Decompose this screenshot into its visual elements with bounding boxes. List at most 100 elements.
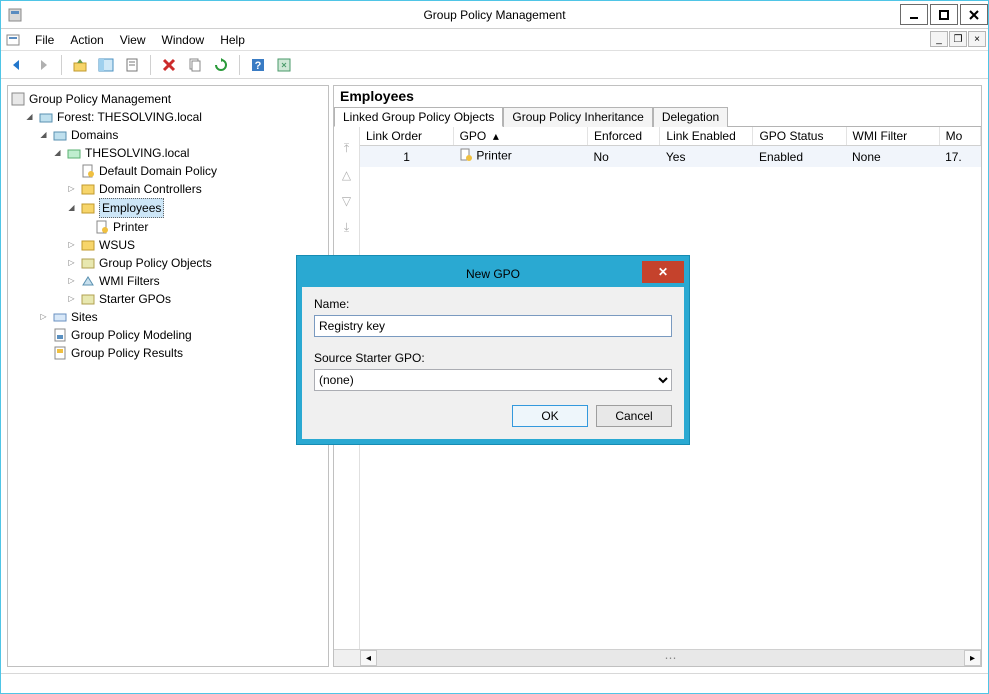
cell-enabled: Yes	[660, 146, 753, 168]
scroll-left-button[interactable]: ◂	[360, 650, 377, 666]
menu-help[interactable]: Help	[212, 31, 253, 49]
col-wmi-filter[interactable]: WMI Filter	[846, 127, 939, 146]
column-headers[interactable]: Link Order GPO ▴ Enforced Link Enabled G…	[360, 127, 981, 146]
starter-gpo-select[interactable]: (none)	[314, 369, 672, 391]
col-gpo[interactable]: GPO ▴	[453, 127, 587, 146]
menu-action[interactable]: Action	[62, 31, 111, 49]
mdi-minimize-button[interactable]: _	[930, 31, 948, 47]
folder-icon	[80, 255, 96, 271]
sort-asc-icon: ▴	[493, 129, 499, 143]
scroll-right-button[interactable]: ▸	[964, 650, 981, 666]
label: Domain Controllers	[99, 180, 202, 198]
tree-results[interactable]: Group Policy Results	[38, 344, 326, 362]
modeling-icon	[52, 327, 68, 343]
expand-icon[interactable]	[66, 254, 77, 272]
tree-forest-label: Forest: THESOLVING.local	[57, 108, 202, 126]
tab-inheritance[interactable]: Group Policy Inheritance	[503, 107, 652, 127]
move-top-icon[interactable]: ⤒	[344, 141, 349, 156]
menu-file[interactable]: File	[27, 31, 62, 49]
delete-button[interactable]	[157, 53, 181, 77]
copy-button[interactable]	[183, 53, 207, 77]
ou-icon	[80, 181, 96, 197]
tree-domain-controllers[interactable]: Domain Controllers	[66, 180, 326, 198]
expand-icon[interactable]	[66, 180, 77, 198]
gpo-link-icon	[80, 163, 96, 179]
tree-employees[interactable]: Employees	[66, 198, 326, 218]
tree-root[interactable]: Group Policy Management	[10, 90, 326, 108]
sites-icon	[52, 309, 68, 325]
show-hide-tree-button[interactable]	[94, 53, 118, 77]
tree-modeling[interactable]: Group Policy Modeling	[38, 326, 326, 344]
col-modified[interactable]: Mo	[939, 127, 980, 146]
tab-linked-gpo[interactable]: Linked Group Policy Objects	[334, 107, 503, 127]
separator	[61, 55, 62, 75]
scroll-track[interactable]: ⋯	[377, 650, 964, 666]
name-input[interactable]	[314, 315, 672, 337]
ok-button[interactable]: OK	[512, 405, 588, 427]
menu-window[interactable]: Window	[154, 31, 213, 49]
name-label: Name:	[314, 297, 672, 311]
move-bottom-icon[interactable]: ⤓	[344, 220, 349, 235]
cell-gpo: Printer	[453, 146, 587, 168]
tree-wmi[interactable]: WMI Filters	[66, 272, 326, 290]
label: Printer	[113, 218, 148, 236]
tree-domains[interactable]: Domains	[38, 126, 326, 144]
tree-wsus[interactable]: WSUS	[66, 236, 326, 254]
close-button[interactable]	[960, 4, 988, 25]
tree-starter[interactable]: Starter GPOs	[66, 290, 326, 308]
refresh-button[interactable]	[209, 53, 233, 77]
cell-status: Enabled	[753, 146, 846, 168]
table-row[interactable]: 1 Printer No Yes Enabled None 17.	[360, 146, 981, 168]
move-up-icon[interactable]: △	[342, 168, 351, 182]
mdi-close-button[interactable]: ×	[968, 31, 986, 47]
col-enforced[interactable]: Enforced	[588, 127, 660, 146]
cell-wmi: None	[846, 146, 939, 168]
col-gpo-status[interactable]: GPO Status	[753, 127, 846, 146]
col-link-enabled[interactable]: Link Enabled	[660, 127, 753, 146]
tree-sites[interactable]: Sites	[38, 308, 326, 326]
expand-icon[interactable]	[66, 290, 77, 308]
mdi-restore-button[interactable]: ❐	[949, 31, 967, 47]
cancel-button[interactable]: Cancel	[596, 405, 672, 427]
up-button[interactable]	[68, 53, 92, 77]
ou-icon	[80, 200, 96, 216]
expand-icon[interactable]	[38, 308, 49, 326]
label: Employees	[99, 198, 164, 218]
expand-icon[interactable]	[24, 108, 35, 126]
back-button[interactable]	[5, 53, 29, 77]
tree-default-domain-policy[interactable]: Default Domain Policy	[66, 162, 326, 180]
new-gpo-dialog: New GPO ✕ Name: Source Starter GPO: (non…	[297, 256, 689, 444]
expand-icon[interactable]	[66, 272, 77, 290]
tree-printer-link[interactable]: Printer	[80, 218, 326, 236]
tree-domain-label: THESOLVING.local	[85, 144, 189, 162]
expand-icon[interactable]	[66, 199, 77, 217]
tree-gpos[interactable]: Group Policy Objects	[66, 254, 326, 272]
separator	[239, 55, 240, 75]
expand-icon[interactable]	[66, 236, 77, 254]
tree-domain[interactable]: THESOLVING.local	[52, 144, 326, 162]
forward-button[interactable]	[31, 53, 55, 77]
title-bar: Group Policy Management	[1, 1, 988, 29]
help-button[interactable]: ?	[246, 53, 270, 77]
horizontal-scrollbar[interactable]: ◂ ⋯ ▸	[334, 649, 981, 666]
tree-forest[interactable]: Forest: THESOLVING.local	[24, 108, 326, 126]
tree-pane[interactable]: Group Policy Management Forest: THESOLVI…	[7, 85, 329, 667]
folder-icon	[80, 291, 96, 307]
forest-icon	[38, 109, 54, 125]
minimize-button[interactable]	[900, 4, 928, 25]
dialog-title-bar[interactable]: New GPO ✕	[302, 261, 684, 287]
expand-icon[interactable]	[52, 144, 63, 162]
mdi-controls: _ ❐ ×	[929, 31, 986, 47]
label: WMI Filters	[99, 272, 160, 290]
label: Group Policy Modeling	[71, 326, 192, 344]
move-down-icon[interactable]: ▽	[342, 194, 351, 208]
expand-icon[interactable]	[38, 126, 49, 144]
tab-delegation[interactable]: Delegation	[653, 107, 728, 127]
menu-view[interactable]: View	[112, 31, 154, 49]
properties-button[interactable]	[120, 53, 144, 77]
maximize-button[interactable]	[930, 4, 958, 25]
col-link-order[interactable]: Link Order	[360, 127, 453, 146]
gpm-icon	[10, 91, 26, 107]
dialog-close-button[interactable]: ✕	[642, 261, 684, 283]
options-button[interactable]	[272, 53, 296, 77]
